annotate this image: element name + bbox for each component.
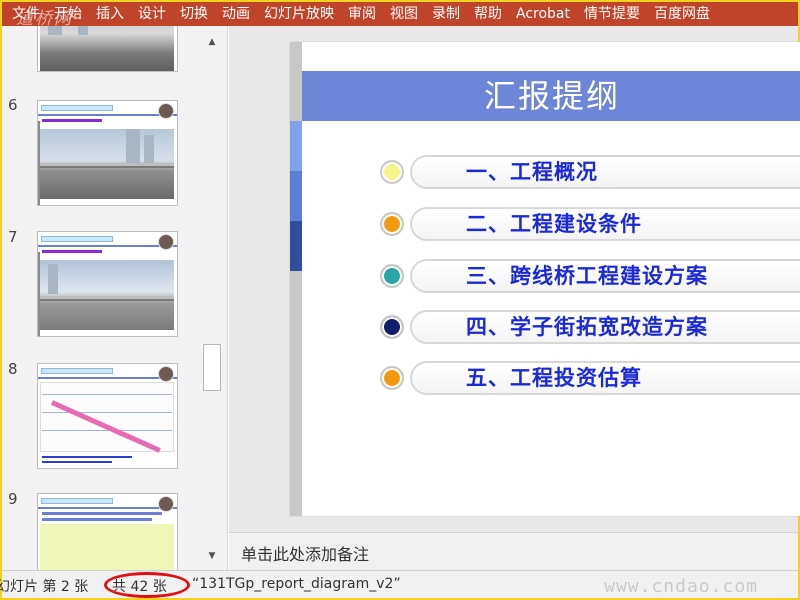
circle-bullet-icon	[380, 160, 404, 184]
site-watermark: www.cndao.com	[604, 576, 758, 597]
outline-item-label: 二、工程建设条件	[466, 212, 642, 236]
slide-title[interactable]: 汇报提纲	[302, 71, 800, 121]
menu-insert[interactable]: 插入	[89, 2, 131, 26]
circle-bullet-icon	[380, 315, 404, 339]
slide-thumbnail-9[interactable]	[37, 493, 178, 570]
slide-position-text: 幻灯片 第 2 张	[0, 579, 89, 595]
avatar	[158, 103, 174, 119]
outline-item-label: 三、跨线桥工程建设方案	[466, 264, 708, 288]
slide-thumbnail-7[interactable]	[37, 231, 178, 337]
outline-item-5[interactable]: 五、工程投资估算	[380, 361, 800, 395]
notes-placeholder[interactable]: 单击此处添加备注	[241, 541, 369, 565]
circle-bullet-icon	[380, 366, 404, 390]
thumbnail-pane: 6 7 8 9 ▲ ▼	[2, 26, 228, 570]
menu-slideshow[interactable]: 幻灯片放映	[257, 2, 341, 26]
avatar	[158, 496, 174, 512]
menu-design[interactable]: 设计	[131, 2, 173, 26]
menu-acrobat[interactable]: Acrobat	[509, 2, 577, 26]
outline-item-label: 一、工程概况	[466, 160, 598, 184]
outline-item-4[interactable]: 四、学子街拓宽改造方案	[380, 310, 800, 344]
outline-item-label: 四、学子街拓宽改造方案	[466, 315, 708, 339]
slide-thumbnail-5[interactable]	[37, 26, 178, 72]
menu-baidu-netdisk[interactable]: 百度网盘	[647, 2, 717, 26]
menu-view[interactable]: 视图	[383, 2, 425, 26]
scroll-down-icon[interactable]: ▼	[203, 548, 221, 564]
outline-item-2[interactable]: 二、工程建设条件	[380, 207, 800, 241]
band-segment-light	[290, 121, 302, 171]
band-segment-dark	[290, 221, 302, 271]
menu-file[interactable]: 文件	[2, 2, 47, 26]
menu-transitions[interactable]: 切换	[173, 2, 215, 26]
highlight-circle	[104, 572, 190, 598]
avatar	[158, 234, 174, 250]
outline-item-3[interactable]: 三、跨线桥工程建设方案	[380, 259, 800, 293]
slide-thumbnail-6[interactable]	[37, 100, 178, 206]
menu-home[interactable]: 开始	[47, 2, 89, 26]
menu-help[interactable]: 帮助	[467, 2, 509, 26]
menu-animations[interactable]: 动画	[215, 2, 257, 26]
current-slide[interactable]: 汇报提纲 一、工程概况 二、工程建设条件 三、跨线桥工程建设方案 四、学子街拓宽…	[290, 42, 800, 516]
outline-item-label: 五、工程投资估算	[466, 366, 642, 390]
scroll-up-icon[interactable]: ▲	[203, 34, 221, 50]
menu-storyboard[interactable]: 情节提要	[577, 2, 647, 26]
slide-number-7: 7	[8, 228, 18, 246]
file-name-text: “131TGp_report_diagram_v2”	[192, 576, 401, 592]
status-bar: 幻灯片 第 2 张 共 42 张 “131TGp_report_diagram_…	[0, 570, 798, 598]
avatar	[158, 366, 174, 382]
outline-item-1[interactable]: 一、工程概况	[380, 155, 800, 189]
circle-bullet-icon	[380, 212, 404, 236]
menu-review[interactable]: 审阅	[341, 2, 383, 26]
slide-number-9: 9	[8, 490, 18, 508]
notes-pane[interactable]: 单击此处添加备注	[229, 532, 798, 570]
circle-bullet-icon	[380, 264, 404, 288]
slide-thumbnail-8[interactable]	[37, 363, 178, 469]
scrollbar-thumb[interactable]	[203, 344, 221, 391]
slide-decor-band	[290, 42, 302, 516]
thumbnail-scrollbar[interactable]: ▲ ▼	[202, 34, 222, 564]
menu-record[interactable]: 录制	[425, 2, 467, 26]
slide-number-8: 8	[8, 360, 18, 378]
slide-editing-area: 汇报提纲 一、工程概况 二、工程建设条件 三、跨线桥工程建设方案 四、学子街拓宽…	[229, 26, 800, 536]
band-segment-mid	[290, 171, 302, 221]
ribbon-menu-bar: 文件 开始 插入 设计 切换 动画 幻灯片放映 审阅 视图 录制 帮助 Acro…	[2, 2, 798, 26]
slide-number-6: 6	[8, 96, 18, 114]
